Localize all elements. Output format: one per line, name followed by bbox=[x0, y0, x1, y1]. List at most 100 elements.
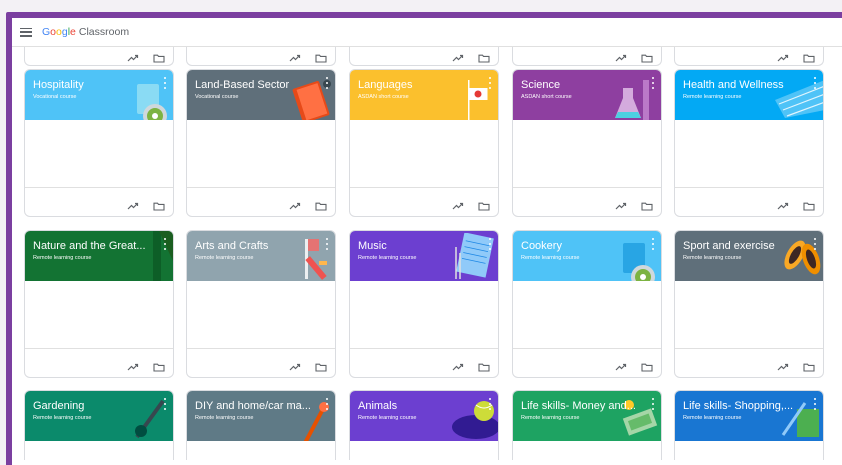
course-card[interactable]: Hospitality Vocational course bbox=[24, 69, 174, 217]
more-vert-icon[interactable] bbox=[487, 77, 493, 89]
trending-up-icon[interactable] bbox=[452, 198, 464, 210]
course-card-header[interactable]: Gardening Remote learning course bbox=[25, 391, 173, 441]
google-classroom-logo[interactable]: Google Classroom bbox=[42, 26, 129, 38]
course-card[interactable]: Cookery Remote learning course bbox=[512, 230, 662, 378]
course-card-header[interactable]: Sport and exercise Remote learning course bbox=[675, 231, 823, 281]
course-title[interactable]: Languages bbox=[358, 79, 476, 91]
trending-up-icon[interactable] bbox=[452, 359, 464, 371]
folder-icon[interactable] bbox=[641, 359, 653, 372]
card-footer bbox=[187, 187, 335, 216]
course-title[interactable]: Hospitality bbox=[33, 79, 151, 91]
course-title[interactable]: Sport and exercise bbox=[683, 240, 801, 252]
course-card-header[interactable]: Hospitality Vocational course bbox=[25, 70, 173, 120]
folder-icon[interactable] bbox=[315, 50, 327, 63]
more-vert-icon[interactable] bbox=[812, 77, 818, 89]
course-card[interactable]: DIY and home/car ma... Remote learning co… bbox=[186, 390, 336, 460]
more-vert-icon[interactable] bbox=[650, 77, 656, 89]
folder-icon[interactable] bbox=[478, 198, 490, 211]
hamburger-icon[interactable] bbox=[20, 27, 32, 37]
course-title[interactable]: Music bbox=[358, 240, 476, 252]
course-card-header[interactable]: DIY and home/car ma... Remote learning co… bbox=[187, 391, 335, 441]
more-vert-icon[interactable] bbox=[487, 398, 493, 410]
course-card[interactable]: Sport and exercise Remote learning course bbox=[674, 230, 824, 378]
trending-up-icon[interactable] bbox=[777, 198, 789, 210]
course-title[interactable]: Cookery bbox=[521, 240, 639, 252]
course-title[interactable]: Arts and Crafts bbox=[195, 240, 313, 252]
folder-icon[interactable] bbox=[315, 198, 327, 211]
trending-up-icon[interactable] bbox=[127, 198, 139, 210]
course-card-partial[interactable] bbox=[24, 47, 174, 66]
folder-icon[interactable] bbox=[478, 359, 490, 372]
course-card[interactable]: Science ASDAN short course bbox=[512, 69, 662, 217]
course-card-header[interactable]: Music Remote learning course bbox=[350, 231, 498, 281]
course-card[interactable]: Life skills- Money and... Remote learning… bbox=[512, 390, 662, 460]
course-card[interactable]: Arts and Crafts Remote learning course bbox=[186, 230, 336, 378]
trending-up-icon[interactable] bbox=[615, 198, 627, 210]
trending-up-icon[interactable] bbox=[289, 198, 301, 210]
folder-icon[interactable] bbox=[153, 198, 165, 211]
course-title[interactable]: Animals bbox=[358, 400, 476, 412]
course-card-header[interactable]: Arts and Crafts Remote learning course bbox=[187, 231, 335, 281]
trending-up-icon[interactable] bbox=[777, 50, 789, 62]
more-vert-icon[interactable] bbox=[650, 398, 656, 410]
trending-up-icon[interactable] bbox=[289, 359, 301, 371]
trending-up-icon[interactable] bbox=[289, 50, 301, 62]
course-card[interactable]: Animals Remote learning course bbox=[349, 390, 499, 460]
course-title[interactable]: DIY and home/car ma... bbox=[195, 400, 313, 412]
more-vert-icon[interactable] bbox=[324, 398, 330, 410]
folder-icon[interactable] bbox=[803, 359, 815, 372]
course-subtitle: Remote learning course bbox=[195, 255, 254, 261]
course-card[interactable]: Land-Based Sector Vocational course bbox=[186, 69, 336, 217]
course-card[interactable]: Music Remote learning course bbox=[349, 230, 499, 378]
card-footer bbox=[25, 348, 173, 377]
course-title[interactable]: Health and Wellness bbox=[683, 79, 801, 91]
more-vert-icon[interactable] bbox=[812, 398, 818, 410]
course-card-header[interactable]: Animals Remote learning course bbox=[350, 391, 498, 441]
course-card-header[interactable]: Life skills- Shopping,... Remote learning… bbox=[675, 391, 823, 441]
course-card-partial[interactable] bbox=[674, 47, 824, 66]
course-card-partial[interactable] bbox=[186, 47, 336, 66]
course-card[interactable]: Gardening Remote learning course bbox=[24, 390, 174, 460]
course-card-header[interactable]: Languages ASDAN short course bbox=[350, 70, 498, 120]
folder-icon[interactable] bbox=[478, 50, 490, 63]
course-card-header[interactable]: Life skills- Money and... Remote learning… bbox=[513, 391, 661, 441]
course-card-header[interactable]: Nature and the Great... Remote learning c… bbox=[25, 231, 173, 281]
folder-icon[interactable] bbox=[641, 50, 653, 63]
course-card-partial[interactable] bbox=[512, 47, 662, 66]
folder-icon[interactable] bbox=[803, 50, 815, 63]
course-card[interactable]: Life skills- Shopping,... Remote learning… bbox=[674, 390, 824, 460]
course-card-header[interactable]: Science ASDAN short course bbox=[513, 70, 661, 120]
trending-up-icon[interactable] bbox=[615, 359, 627, 371]
more-vert-icon[interactable] bbox=[812, 238, 818, 250]
trending-up-icon[interactable] bbox=[127, 50, 139, 62]
course-title[interactable]: Nature and the Great... bbox=[33, 240, 151, 252]
more-vert-icon[interactable] bbox=[324, 238, 330, 250]
more-vert-icon[interactable] bbox=[324, 77, 330, 89]
course-card-header[interactable]: Health and Wellness Remote learning cours… bbox=[675, 70, 823, 120]
course-card[interactable]: Languages ASDAN short course bbox=[349, 69, 499, 217]
course-title[interactable]: Gardening bbox=[33, 400, 151, 412]
folder-icon[interactable] bbox=[153, 50, 165, 63]
folder-icon[interactable] bbox=[315, 359, 327, 372]
course-card-partial[interactable] bbox=[349, 47, 499, 66]
more-vert-icon[interactable] bbox=[650, 238, 656, 250]
folder-icon[interactable] bbox=[153, 359, 165, 372]
trending-up-icon[interactable] bbox=[452, 50, 464, 62]
course-card[interactable]: Nature and the Great... Remote learning c… bbox=[24, 230, 174, 378]
trending-up-icon[interactable] bbox=[127, 359, 139, 371]
course-card-header[interactable]: Cookery Remote learning course bbox=[513, 231, 661, 281]
more-vert-icon[interactable] bbox=[487, 238, 493, 250]
course-card-header[interactable]: Land-Based Sector Vocational course bbox=[187, 70, 335, 120]
more-vert-icon[interactable] bbox=[162, 77, 168, 89]
course-title[interactable]: Land-Based Sector bbox=[195, 79, 313, 91]
trending-up-icon[interactable] bbox=[615, 50, 627, 62]
course-card[interactable]: Health and Wellness Remote learning cours… bbox=[674, 69, 824, 217]
course-title[interactable]: Science bbox=[521, 79, 639, 91]
course-title[interactable]: Life skills- Money and... bbox=[521, 400, 639, 412]
more-vert-icon[interactable] bbox=[162, 398, 168, 410]
trending-up-icon[interactable] bbox=[777, 359, 789, 371]
more-vert-icon[interactable] bbox=[162, 238, 168, 250]
course-title[interactable]: Life skills- Shopping,... bbox=[683, 400, 801, 412]
folder-icon[interactable] bbox=[803, 198, 815, 211]
folder-icon[interactable] bbox=[641, 198, 653, 211]
